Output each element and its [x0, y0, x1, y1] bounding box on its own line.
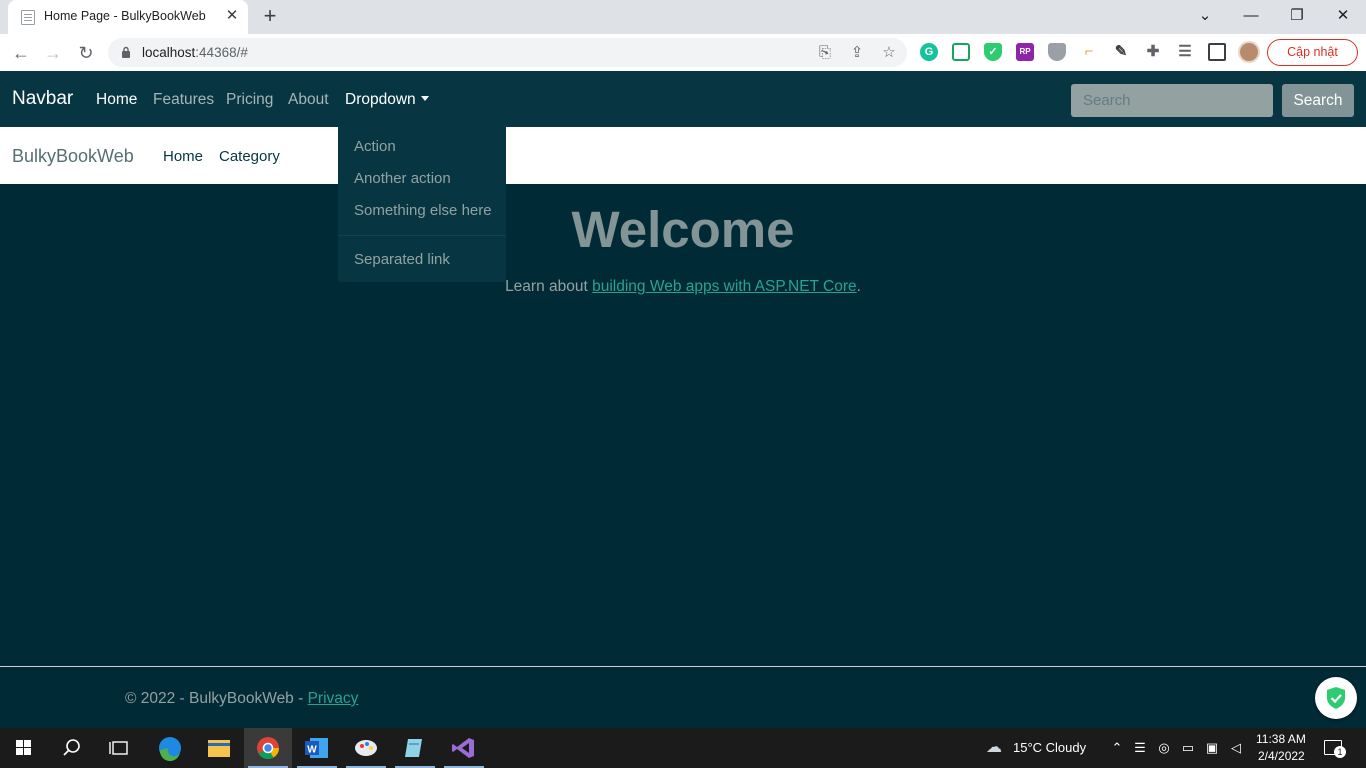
page-heading: Welcome: [571, 201, 795, 258]
url-path: :44368/#: [195, 45, 248, 60]
reload-button[interactable]: ↻: [73, 40, 99, 66]
search-icon: [63, 739, 80, 756]
playlist-icon[interactable]: ☰: [1176, 43, 1194, 61]
clock-time[interactable]: 11:38 AM: [1256, 732, 1306, 746]
tab-close-icon[interactable]: ✕: [223, 7, 241, 25]
nav-link-features[interactable]: Features: [153, 91, 214, 109]
browser-tab[interactable]: Home Page - BulkyBookWeb ✕: [8, 0, 248, 34]
show-hidden-icons-icon[interactable]: ⌃: [1109, 740, 1125, 756]
nav-dropdown-toggle[interactable]: Dropdown: [345, 91, 429, 109]
footer-divider: [0, 666, 1366, 667]
rp-icon[interactable]: RP: [1016, 43, 1034, 61]
visual-studio-icon: [452, 738, 474, 758]
search-button[interactable]: Search: [1282, 84, 1354, 117]
subnav-link-home[interactable]: Home: [163, 148, 203, 165]
task-view-icon: [109, 741, 128, 755]
weather-cloud-icon[interactable]: ☁: [983, 740, 1005, 756]
url-host: localhost: [142, 45, 196, 60]
restore-button[interactable]: ❐: [1282, 3, 1312, 29]
svg-text:W: W: [307, 745, 317, 756]
folder-icon: [208, 740, 230, 757]
nav-link-home[interactable]: Home: [96, 91, 137, 109]
browser-toolbar: ← → ↻ localhost:44368/# ⎘ ⇪ ☆ G ✓ RP ⌐ ✎…: [0, 34, 1366, 71]
top-navbar: Navbar Home Features Pricing About Dropd…: [0, 71, 1366, 127]
minimize-button[interactable]: —: [1236, 3, 1266, 29]
learn-paragraph: Learn about building Web apps with ASP.N…: [0, 278, 1366, 296]
notification-count-badge: 1: [1334, 746, 1346, 758]
search-input[interactable]: [1071, 84, 1273, 117]
lock-icon[interactable]: [121, 46, 131, 58]
browser-tab-strip: Home Page - BulkyBookWeb ✕ + ⌄ — ❐ ✕: [0, 0, 1366, 34]
chrome-icon: [257, 737, 279, 759]
new-tab-button[interactable]: +: [258, 5, 282, 29]
close-window-button[interactable]: ✕: [1328, 3, 1358, 29]
database-tray-icon[interactable]: ☰: [1132, 740, 1148, 756]
bookmark-star-icon[interactable]: ☆: [879, 43, 899, 63]
clock-date[interactable]: 2/4/2022: [1258, 749, 1305, 763]
windows-logo-icon: [16, 740, 31, 755]
footer-copyright: © 2022 - BulkyBookWeb -: [125, 690, 308, 707]
edge-app[interactable]: [146, 728, 194, 768]
file-explorer-app[interactable]: [195, 728, 243, 768]
address-bar[interactable]: localhost:44368/# ⎘ ⇪ ☆: [108, 38, 907, 67]
hexagon-shield-icon[interactable]: [1048, 43, 1066, 61]
url-text[interactable]: localhost:44368/#: [142, 45, 248, 60]
footer: © 2022 - BulkyBookWeb - Privacy: [125, 690, 358, 708]
dropdown-item-action[interactable]: Action: [354, 138, 396, 155]
navbar-brand[interactable]: Navbar: [12, 88, 73, 110]
meet-now-icon[interactable]: ◎: [1156, 740, 1172, 756]
task-view-button[interactable]: [96, 728, 144, 768]
start-button[interactable]: [0, 728, 48, 768]
secondary-navbar: BulkyBookWeb Home Category: [0, 127, 1366, 184]
visual-studio-app[interactable]: [440, 728, 488, 768]
word-icon: W: [305, 738, 328, 758]
word-app[interactable]: W: [293, 728, 341, 768]
chrome-app[interactable]: [244, 728, 292, 768]
page-content: Navbar Home Features Pricing About Dropd…: [0, 71, 1366, 728]
eyedropper-icon[interactable]: ✎: [1112, 43, 1130, 61]
shield-check-icon[interactable]: ✓: [984, 43, 1002, 61]
dropdown-item-another-action[interactable]: Another action: [354, 170, 451, 187]
profile-avatar[interactable]: [1238, 41, 1260, 63]
forward-button[interactable]: →: [40, 40, 66, 66]
edge-icon: [159, 737, 181, 762]
update-button[interactable]: Cập nhật: [1267, 39, 1358, 66]
translate-icon[interactable]: ⎘: [815, 43, 835, 63]
subnav-link-category[interactable]: Category: [219, 148, 280, 165]
nav-link-about[interactable]: About: [288, 91, 329, 109]
privacy-link[interactable]: Privacy: [308, 690, 359, 707]
learn-prefix: Learn about: [505, 278, 593, 295]
ruler-icon[interactable]: ⌐: [1080, 43, 1098, 61]
page-favicon-icon: [21, 10, 35, 25]
notepad-app[interactable]: [391, 728, 439, 768]
puzzle-icon[interactable]: ✚: [1144, 43, 1162, 61]
caret-down-icon: [420, 96, 429, 101]
back-button[interactable]: ←: [8, 40, 34, 66]
shield-check-icon: [1327, 687, 1345, 709]
notepad-icon: [405, 739, 422, 757]
dropdown-label: Dropdown: [345, 91, 416, 108]
learn-suffix: .: [856, 278, 861, 295]
taskbar-search-button[interactable]: [48, 728, 96, 768]
paint-palette-icon: [355, 740, 377, 756]
action-center-icon[interactable]: 1: [1324, 740, 1346, 758]
site-brand[interactable]: BulkyBookWeb: [12, 146, 134, 167]
screenshot-icon[interactable]: [952, 43, 970, 61]
weather-text[interactable]: 15°C Cloudy: [1013, 740, 1086, 755]
aspnet-docs-link[interactable]: building Web apps with ASP.NET Core: [592, 278, 857, 295]
network-icon[interactable]: ▣: [1204, 740, 1220, 756]
volume-icon[interactable]: ◁: [1228, 740, 1244, 756]
tab-search-icon[interactable]: ⌄: [1190, 3, 1220, 29]
tab-title: Home Page - BulkyBookWeb: [44, 9, 206, 23]
grammarly-icon[interactable]: G: [920, 43, 938, 61]
share-icon[interactable]: ⇪: [847, 43, 867, 63]
security-extension-button[interactable]: [1315, 677, 1357, 719]
windows-taskbar: W ☁ 15°C Cloudy ⌃ ☰ ◎ ▭ ▣ ◁ 11:38 AM 2/4…: [0, 728, 1366, 768]
paint-app[interactable]: [342, 728, 390, 768]
battery-icon[interactable]: ▭: [1180, 740, 1196, 756]
nav-link-pricing[interactable]: Pricing: [226, 91, 273, 109]
sidebar-icon[interactable]: [1208, 43, 1226, 61]
